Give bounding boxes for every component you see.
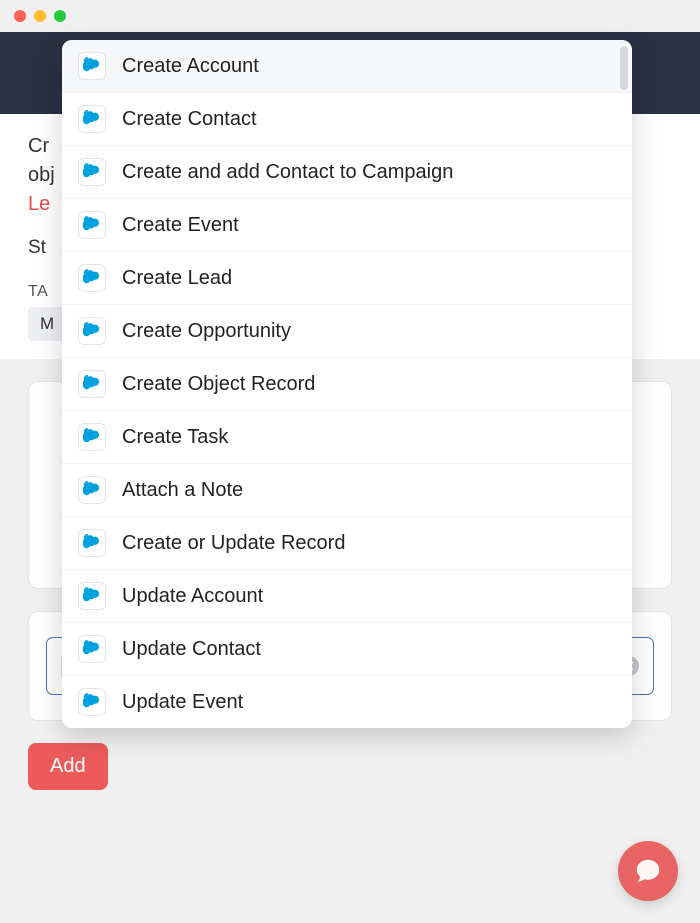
dropdown-item[interactable]: Create Event	[62, 199, 632, 252]
dropdown-item[interactable]: Create Account	[62, 40, 632, 93]
dropdown-item-label: Create Contact	[122, 108, 257, 131]
dropdown-item[interactable]: Update Contact	[62, 623, 632, 676]
learn-more-link[interactable]: Le	[28, 193, 50, 215]
salesforce-icon	[78, 317, 106, 345]
maximize-window-button[interactable]	[54, 10, 66, 22]
salesforce-icon	[78, 370, 106, 398]
salesforce-icon	[78, 582, 106, 610]
dropdown-item[interactable]: Create Task	[62, 411, 632, 464]
window-titlebar	[0, 0, 700, 32]
add-button[interactable]: Add	[28, 743, 108, 790]
dropdown-item-label: Create Event	[122, 214, 239, 237]
dropdown-item[interactable]: Create Lead	[62, 252, 632, 305]
salesforce-icon	[78, 688, 106, 716]
app-window: Cr obj Le St TA M Select action	[0, 0, 700, 923]
salesforce-icon	[78, 476, 106, 504]
salesforce-icon	[78, 158, 106, 186]
dropdown-item-label: Create Lead	[122, 267, 232, 290]
salesforce-icon	[78, 52, 106, 80]
dropdown-item[interactable]: Create Opportunity	[62, 305, 632, 358]
salesforce-icon	[78, 423, 106, 451]
dropdown-item-label: Create and add Contact to Campaign	[122, 161, 453, 184]
salesforce-icon	[78, 264, 106, 292]
dropdown-item[interactable]: Create or Update Record	[62, 517, 632, 570]
dropdown-item-label: Create or Update Record	[122, 532, 345, 555]
dropdown-item-label: Create Object Record	[122, 373, 315, 396]
dropdown-item-label: Create Opportunity	[122, 320, 291, 343]
dropdown-item-label: Create Task	[122, 426, 228, 449]
chat-fab[interactable]	[618, 841, 678, 901]
dropdown-item-label: Update Event	[122, 691, 243, 714]
dropdown-item[interactable]: Update Account	[62, 570, 632, 623]
dropdown-item-label: Attach a Note	[122, 479, 243, 502]
salesforce-icon	[78, 211, 106, 239]
action-dropdown: Create Account Create Contact Create and a…	[62, 40, 632, 728]
dropdown-item[interactable]: Create and add Contact to Campaign	[62, 146, 632, 199]
tag-chip[interactable]: M	[28, 307, 66, 341]
dropdown-item[interactable]: Create Object Record	[62, 358, 632, 411]
chat-icon	[633, 856, 663, 886]
salesforce-icon	[78, 635, 106, 663]
dropdown-item-label: Update Contact	[122, 638, 261, 661]
dropdown-item-label: Create Account	[122, 55, 259, 78]
dropdown-scrollbar[interactable]	[620, 46, 628, 90]
dropdown-item[interactable]: Create Contact	[62, 93, 632, 146]
dropdown-item[interactable]: Attach a Note	[62, 464, 632, 517]
salesforce-icon	[78, 105, 106, 133]
dropdown-item[interactable]: Update Event	[62, 676, 632, 728]
close-window-button[interactable]	[14, 10, 26, 22]
dropdown-item-label: Update Account	[122, 585, 263, 608]
salesforce-icon	[78, 529, 106, 557]
minimize-window-button[interactable]	[34, 10, 46, 22]
